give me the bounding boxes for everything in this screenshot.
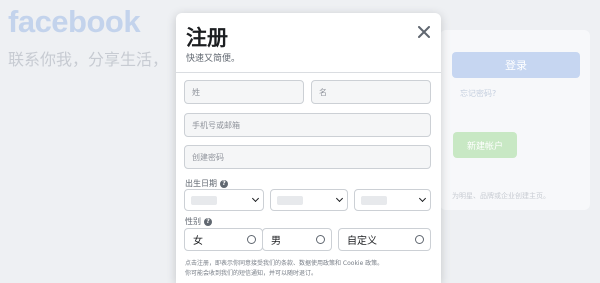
gender-label-text: 性别 [185, 217, 201, 226]
last-name-placeholder: 姓 [192, 87, 200, 97]
terms-line: 点击注册，即表示你同意接受我们的条款、数据使用政策和 Cookie 政策。 [185, 260, 384, 267]
gender-label: 性别 ? [185, 216, 212, 227]
gender-option-custom[interactable]: 自定义 [338, 228, 431, 251]
radio-icon[interactable] [247, 235, 256, 244]
password-field[interactable]: 创建密码 [184, 145, 431, 169]
gender-option-label: 女 [193, 236, 203, 247]
close-icon[interactable] [413, 21, 435, 43]
gender-option-label: 自定义 [347, 236, 377, 247]
facebook-logo: facebook [8, 4, 141, 39]
terms-notice: 点击注册，即表示你同意接受我们的条款、数据使用政策和 Cookie 政策。 你可… [185, 259, 435, 279]
gender-option-label: 男 [271, 236, 281, 247]
create-account-button[interactable]: 新建帐户 [453, 132, 517, 158]
chevron-down-icon [251, 194, 260, 203]
gender-option-female[interactable]: 女 [184, 228, 263, 251]
modal-title: 注册 [186, 26, 228, 50]
close-x-glyph [418, 26, 430, 38]
phone-or-email-placeholder: 手机号或邮箱 [192, 120, 240, 130]
radio-icon[interactable] [415, 235, 424, 244]
birth-day-select[interactable] [354, 189, 431, 211]
login-button[interactable]: 登录 [452, 52, 580, 78]
birth-day-value [361, 196, 387, 205]
help-icon[interactable]: ? [220, 179, 228, 188]
birthday-label-text: 出生日期 [185, 179, 217, 188]
header-divider [176, 72, 441, 73]
gender-option-male[interactable]: 男 [262, 228, 332, 251]
birthday-label: 出生日期 ? [185, 178, 228, 189]
first-name-field[interactable]: 名 [311, 80, 431, 104]
birth-month-value [277, 196, 303, 205]
signup-modal: 注册 快速又简便。 姓 名 手机号或邮箱 创建密码 出生日期 ? 性别 ? 女 [176, 13, 441, 283]
chevron-down-icon [418, 194, 427, 203]
last-name-field[interactable]: 姓 [184, 80, 304, 104]
chevron-down-icon [335, 194, 344, 203]
help-icon[interactable]: ? [204, 217, 212, 226]
password-placeholder: 创建密码 [192, 152, 224, 162]
tagline: 联系你我，分享生活， [8, 50, 169, 69]
phone-or-email-field[interactable]: 手机号或邮箱 [184, 113, 431, 137]
radio-icon[interactable] [316, 235, 325, 244]
birth-year-select[interactable] [184, 189, 264, 211]
terms-line: 你可能会收到我们的短信通知，并可以随时退订。 [185, 270, 318, 277]
birth-year-value [191, 196, 217, 205]
first-name-placeholder: 名 [319, 87, 327, 97]
birth-month-select[interactable] [270, 189, 348, 211]
modal-subtitle: 快速又简便。 [186, 54, 241, 64]
forgot-password-link[interactable]: 忘记密码? [460, 88, 496, 99]
create-page-note: 为明星、品牌或企业创建主页。 [452, 192, 550, 200]
